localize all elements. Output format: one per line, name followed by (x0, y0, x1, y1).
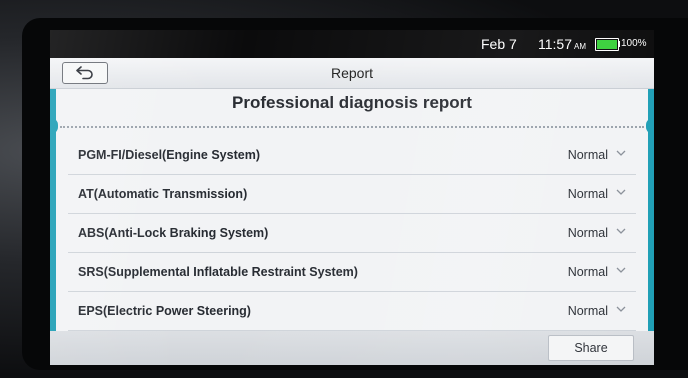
battery-fill (597, 40, 617, 49)
system-row-srs[interactable]: SRS(Supplemental Inflatable Restraint Sy… (68, 253, 636, 292)
system-name: SRS(Supplemental Inflatable Restraint Sy… (78, 265, 358, 279)
system-name: AT(Automatic Transmission) (78, 187, 248, 201)
report-title: Professional diagnosis report (232, 93, 472, 112)
system-name: PGM-FI/Diesel(Engine System) (78, 148, 260, 162)
system-status: Normal (567, 148, 608, 162)
system-name: EPS(Electric Power Steering) (78, 304, 251, 318)
battery-tip (618, 41, 620, 47)
nav-bar: Report (50, 58, 654, 89)
chevron-down-icon (616, 228, 626, 234)
report-content: Professional diagnosis report PGM-FI/Die… (50, 89, 654, 365)
nav-title: Report (330, 65, 374, 81)
system-status: Normal (567, 265, 608, 279)
left-accent-notch (50, 118, 58, 134)
system-list: PGM-FI/Diesel(Engine System) Normal AT(A… (68, 136, 636, 331)
system-status: Normal (567, 226, 608, 240)
chevron-down-icon (616, 150, 626, 156)
system-row-transmission[interactable]: AT(Automatic Transmission) Normal (68, 175, 636, 214)
system-status: Normal (567, 187, 608, 201)
chevron-down-icon (616, 189, 626, 195)
chevron-down-icon (616, 267, 626, 273)
device-screen: Feb 7 11:57 AM 100% Report Professional d… (50, 30, 654, 365)
system-row-engine[interactable]: PGM-FI/Diesel(Engine System) Normal (68, 136, 636, 175)
system-row-eps[interactable]: EPS(Electric Power Steering) Normal (68, 292, 636, 331)
battery-icon (595, 38, 619, 51)
system-status: Normal (567, 304, 608, 318)
system-name: ABS(Anti-Lock Braking System) (78, 226, 269, 240)
status-time-value: 11:57 (538, 36, 572, 52)
footer-bar: Share (50, 331, 654, 365)
dotted-divider (60, 126, 644, 128)
battery-percent: 100% (621, 38, 647, 49)
status-bar: Feb 7 11:57 AM 100% (50, 30, 654, 58)
status-time: 11:57 AM (538, 36, 586, 52)
status-date: Feb 7 (481, 36, 517, 52)
status-time-ampm: AM (574, 42, 586, 51)
share-button[interactable]: Share (548, 335, 634, 361)
system-row-abs[interactable]: ABS(Anti-Lock Braking System) Normal (68, 214, 636, 253)
right-accent-notch (646, 118, 654, 134)
chevron-down-icon (616, 306, 626, 312)
